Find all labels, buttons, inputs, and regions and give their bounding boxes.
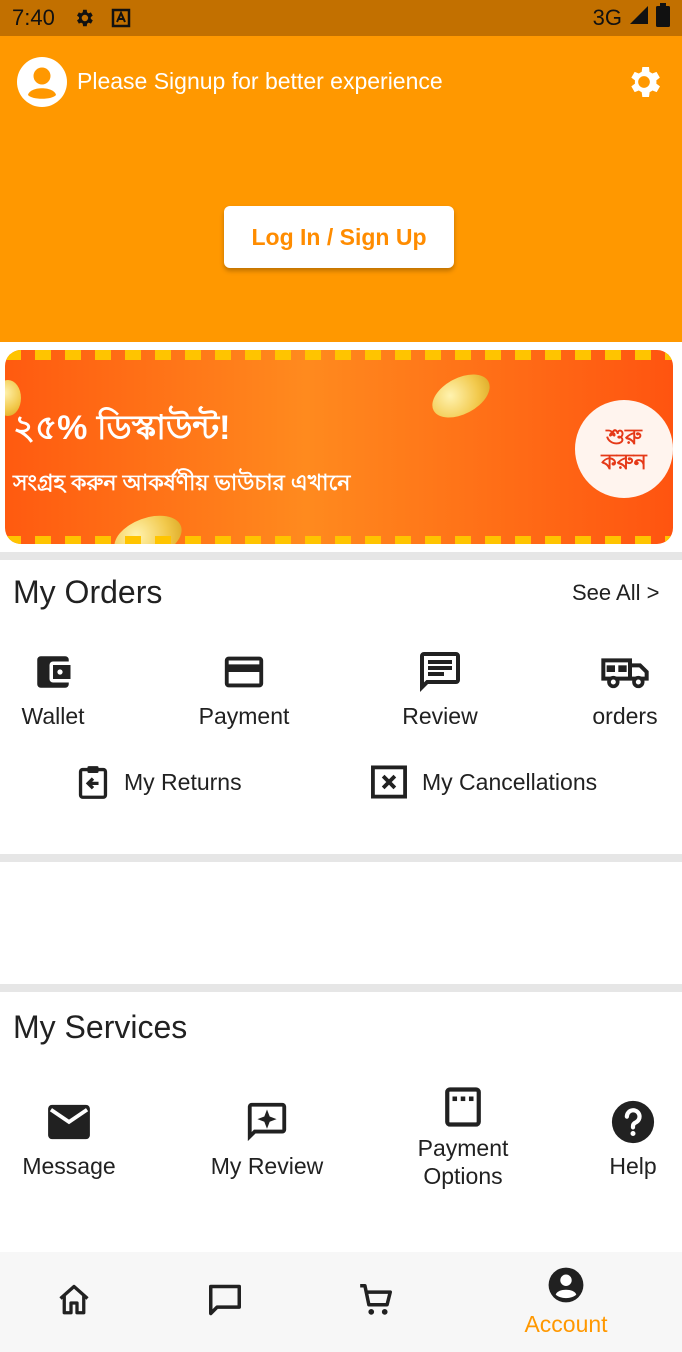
- nav-messages[interactable]: [195, 1252, 255, 1352]
- gear-icon: [73, 7, 95, 29]
- services-item-payment-options[interactable]: Payment Options: [400, 1084, 526, 1190]
- banner-decoration-top: [5, 350, 673, 360]
- signal-icon: [628, 4, 650, 32]
- banner-subline: সংগ্রহ করুন আকর্ষণীয় ভাউচার এখানে: [13, 470, 351, 495]
- my-cancellations-item[interactable]: My Cancellations: [370, 764, 597, 800]
- help-label: Help: [609, 1153, 657, 1179]
- network-type: 3G: [592, 5, 622, 30]
- wallet-label: Wallet: [21, 703, 85, 729]
- review-icon: [416, 646, 464, 698]
- cart-icon: [357, 1281, 395, 1324]
- my-cancellations-label: My Cancellations: [422, 768, 598, 795]
- orders-item-review[interactable]: Review: [386, 646, 494, 730]
- chat-icon: [206, 1281, 244, 1324]
- signup-prompt: Please Signup for better experience: [77, 68, 443, 94]
- status-bar: 7:40 3G: [0, 0, 682, 36]
- section-divider: [0, 552, 682, 560]
- my-review-label: My Review: [210, 1153, 324, 1179]
- my-orders-title: My Orders: [13, 574, 163, 610]
- orders-item-wallet[interactable]: Wallet: [8, 646, 98, 730]
- promo-banner[interactable]: ২৫% ডিস্কাউন্ট! সংগ্রহ করুন আকর্ষণীয় ভা…: [5, 350, 673, 544]
- user-avatar-icon[interactable]: [16, 56, 68, 108]
- payment-label: Payment: [198, 703, 290, 729]
- banner-start-button[interactable]: শুরু করুন: [575, 400, 673, 498]
- banner-decoration-bottom: [5, 536, 673, 544]
- my-returns-label: My Returns: [124, 768, 242, 795]
- truck-icon: [600, 646, 650, 698]
- battery-icon: [656, 3, 670, 33]
- nav-home[interactable]: [44, 1252, 104, 1352]
- review-label: Review: [402, 703, 478, 729]
- banner-headline: ২৫% ডিস্কাউন্ট!: [13, 409, 231, 447]
- orders-item-payment[interactable]: Payment: [184, 646, 304, 730]
- wallet-icon: [32, 646, 74, 698]
- account-label: Account: [524, 1311, 608, 1337]
- home-icon: [56, 1282, 92, 1323]
- star-chat-icon: [244, 1096, 290, 1148]
- app-notification-icon: [111, 8, 131, 28]
- credit-card-icon: [221, 646, 267, 698]
- settings-gear-icon[interactable]: [624, 62, 664, 102]
- login-signup-button[interactable]: Log In / Sign Up: [224, 206, 454, 268]
- status-time: 7:40: [12, 5, 55, 30]
- message-label: Message: [22, 1153, 116, 1179]
- mail-icon: [46, 1096, 92, 1148]
- see-all-link[interactable]: See All >: [572, 580, 659, 606]
- account-icon: [547, 1266, 585, 1309]
- section-divider: [0, 854, 682, 862]
- nav-account[interactable]: Account: [506, 1252, 626, 1352]
- services-item-my-review[interactable]: My Review: [204, 1096, 330, 1180]
- services-item-message[interactable]: Message: [14, 1096, 124, 1180]
- my-services-title: My Services: [13, 1009, 188, 1045]
- orders-item-orders[interactable]: orders: [578, 646, 672, 730]
- payment-options-label: Payment Options: [417, 1135, 509, 1189]
- account-header: Please Signup for better experience Log …: [0, 36, 682, 342]
- help-icon: [610, 1096, 656, 1148]
- section-divider: [0, 984, 682, 992]
- bottom-navigation: Account: [0, 1252, 682, 1352]
- services-item-help[interactable]: Help: [600, 1096, 666, 1180]
- my-returns-item[interactable]: My Returns: [76, 764, 242, 800]
- return-icon: [76, 764, 110, 800]
- payment-options-icon: [443, 1084, 483, 1130]
- orders-label: orders: [592, 703, 658, 729]
- cancel-icon: [370, 764, 408, 800]
- nav-cart[interactable]: [346, 1252, 406, 1352]
- coin-decoration: [425, 365, 497, 427]
